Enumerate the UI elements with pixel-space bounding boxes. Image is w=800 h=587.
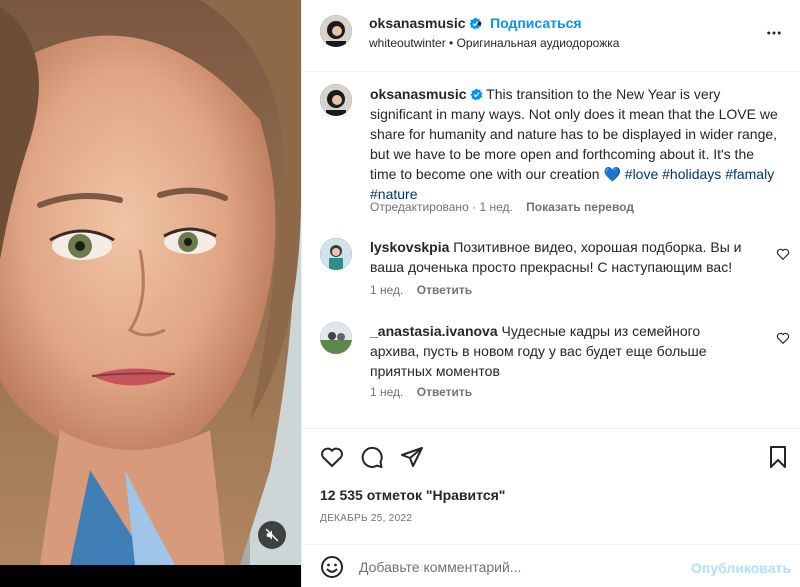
avatar-image [320,322,352,354]
dot-separator: · [472,200,477,214]
like-comment-heart-icon[interactable] [776,247,790,261]
share-paper-plane-icon[interactable] [400,445,424,469]
post-header: oksanasmusic • Подписаться whiteoutwinte… [302,0,800,72]
verified-badge-icon [470,88,482,101]
hashtag-link[interactable]: #famaly [725,166,774,182]
comment-meta: 1 нед. Ответить [370,283,472,297]
reply-button[interactable]: Ответить [417,283,472,297]
caption-time: 1 нед. [479,200,513,214]
header-dot-separator: • [477,15,482,31]
post-video[interactable] [0,0,301,587]
comment-item: _anastasia.ivanova Чудесные кадры из сем… [370,321,750,381]
avatar[interactable] [320,15,352,47]
audio-attribution-link[interactable]: whiteoutwinter • Оригинальная аудиодорож… [369,36,619,50]
comment-time: 1 нед. [370,283,404,297]
header-username-text[interactable]: oksanasmusic [369,15,466,31]
comment-username[interactable]: _anastasia.ivanova [370,323,498,339]
caption-meta: Отредактировано · 1 нед. Показать перево… [370,200,634,214]
comment-avatar[interactable] [320,238,352,270]
publish-button[interactable]: Опубликовать [691,560,791,576]
hashtag-link[interactable]: #holidays [662,166,721,182]
mute-button[interactable] [258,521,286,549]
like-comment-heart-icon[interactable] [776,331,790,345]
emoji-icon[interactable] [320,555,344,579]
comment-username[interactable]: lyskovskpia [370,239,449,255]
video-frame-girl-portrait [0,0,301,565]
comment-composer: Опубликовать [302,544,800,587]
post-caption: oksanasmusic This transition to the New … [370,84,780,204]
comment-meta: 1 нед. Ответить [370,385,472,399]
post-dialog: oksanasmusic • Подписаться whiteoutwinte… [0,0,800,587]
comment-time: 1 нед. [370,385,404,399]
more-horizontal-icon[interactable] [765,24,783,42]
follow-button[interactable]: Подписаться [490,15,582,31]
post-side-panel: oksanasmusic • Подписаться whiteoutwinte… [301,0,800,587]
avatar-image [320,15,352,47]
speaker-muted-icon [265,528,279,542]
comment-item: lyskovskpia Позитивное видео, хорошая по… [370,237,750,277]
like-heart-icon[interactable] [320,445,344,469]
edited-label: Отредактировано [370,200,469,214]
post-actions: 12 535 отметок "Нравится" ДЕКАБРЬ 25, 20… [302,428,800,532]
caption-avatar[interactable] [320,84,352,116]
caption-username[interactable]: oksanasmusic [370,86,467,102]
save-bookmark-icon[interactable] [766,445,790,469]
reply-button[interactable]: Ответить [417,385,472,399]
comment-input[interactable] [359,553,689,581]
avatar-image [320,84,352,116]
likes-count[interactable]: 12 535 отметок "Нравится" [320,487,505,503]
comment-avatar[interactable] [320,322,352,354]
video-bottom-bar [0,565,301,587]
avatar-image [320,238,352,270]
comments-scroll-area[interactable]: oksanasmusic This transition to the New … [302,72,800,426]
header-username[interactable]: oksanasmusic [369,15,482,31]
post-date: ДЕКАБРЬ 25, 2022 [320,513,413,524]
hashtag-link[interactable]: #love [625,166,658,182]
show-translation-button[interactable]: Показать перевод [526,200,634,214]
comment-bubble-icon[interactable] [360,445,384,469]
